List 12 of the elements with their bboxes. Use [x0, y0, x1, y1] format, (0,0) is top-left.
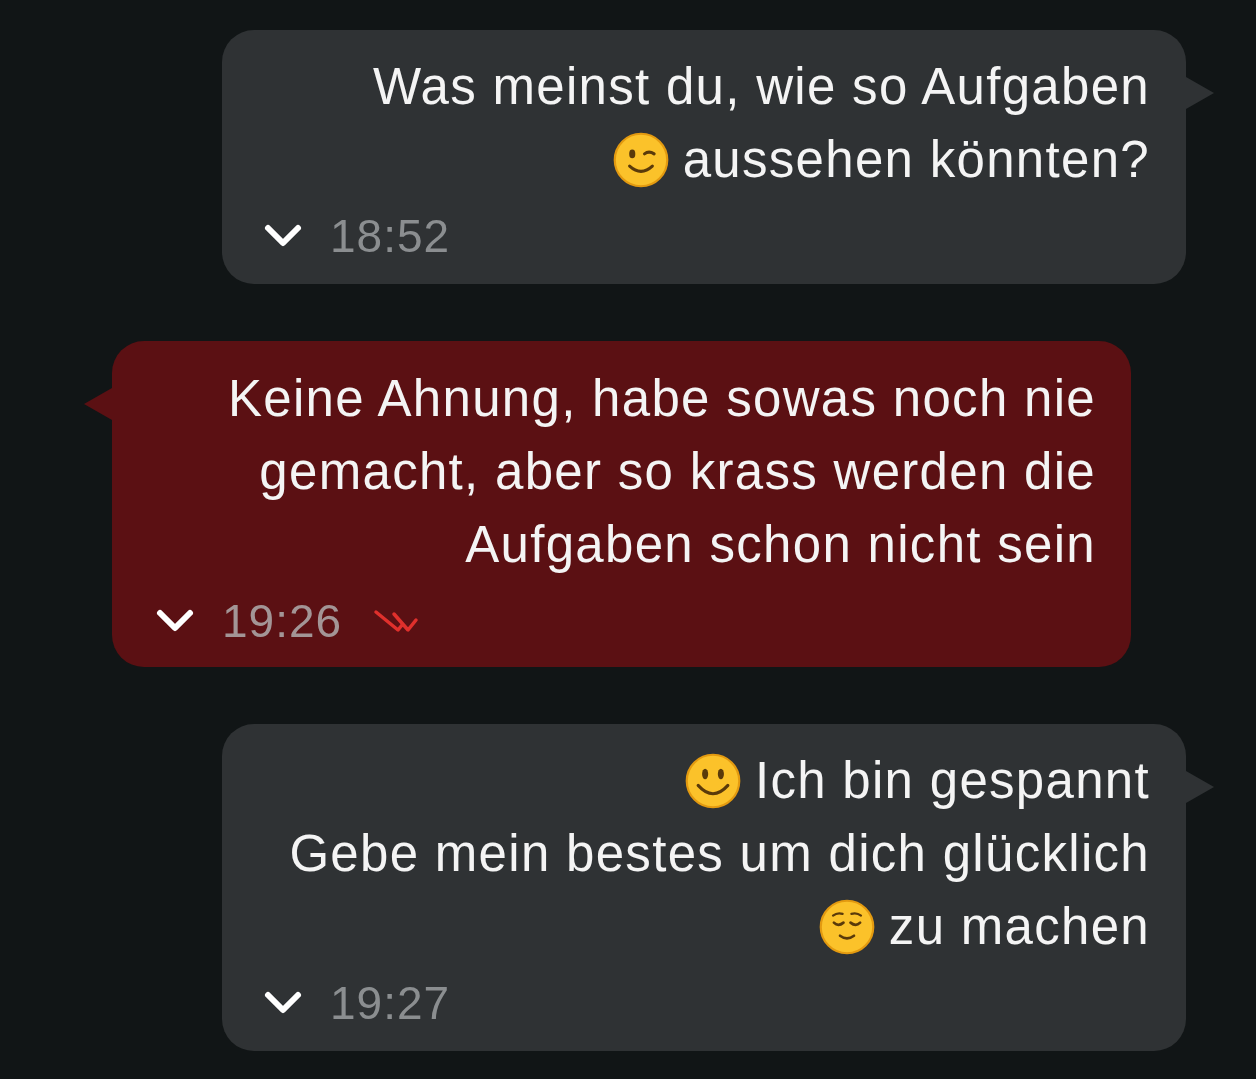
chevron-down-icon[interactable] [263, 990, 303, 1016]
message-time: 19:26 [222, 595, 343, 647]
chevron-down-icon[interactable] [263, 223, 303, 249]
message-text: aussehen könnten? [682, 130, 1150, 190]
message-text: Gebe mein bestes um dich glücklich [289, 824, 1150, 884]
message-text: Was meinst du, wie so Aufgaben [373, 57, 1150, 117]
message-text: zu machen [888, 897, 1150, 957]
message-text: Keine Ahnung, habe sowas noch nie gemacht, aber so krass werden die Aufgaben schon nicht sein [227, 369, 1096, 575]
chevron-down-icon[interactable] [155, 608, 195, 634]
message-time: 19:27 [330, 977, 451, 1029]
message-time: 18:52 [330, 210, 451, 262]
message-text: Ich bin gespannt [754, 751, 1150, 811]
